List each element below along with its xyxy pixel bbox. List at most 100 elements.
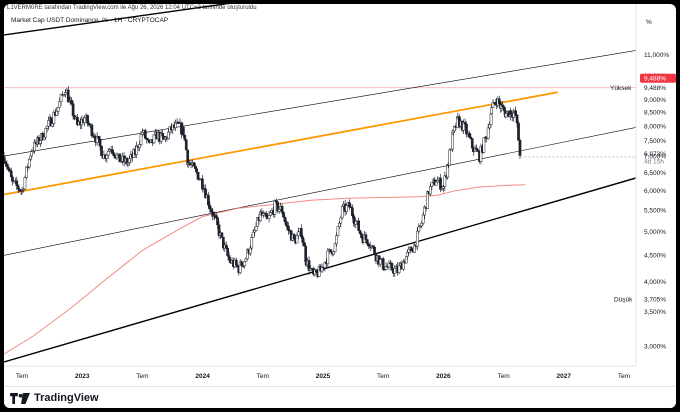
candle-body — [463, 122, 467, 125]
candle-body — [421, 214, 425, 224]
footer-bar: TradingView — [4, 386, 676, 408]
symbol-legend: Market Cap USDT Dominance, % · 1H · CRYP… — [11, 17, 169, 24]
candle-body — [244, 258, 248, 262]
candle-body — [282, 212, 285, 218]
candle-body — [304, 245, 308, 262]
candle-body — [407, 249, 411, 253]
price-chart[interactable]: % 3,000% 3,500% 4,000% 4,500% 5,000% 5,500% 6,0… — [4, 4, 676, 386]
candle-body — [348, 202, 351, 208]
candle-body — [90, 124, 94, 136]
candle-body — [393, 267, 397, 274]
candle-body — [504, 113, 508, 118]
brand-name: TradingView — [34, 392, 99, 404]
candle-body — [216, 217, 219, 226]
trend-line-orange — [4, 91, 558, 196]
price-tick-label: 4,500% — [644, 253, 666, 260]
candle-body — [111, 149, 114, 154]
candle-body — [15, 180, 19, 187]
candle-body — [501, 104, 504, 108]
last-price-countdown: 4d 15h — [644, 158, 664, 165]
candle-body — [482, 137, 486, 153]
price-tick-label: 8,000% — [644, 123, 666, 130]
candle-body — [283, 217, 287, 223]
time-tick-label: Tem — [377, 373, 389, 380]
price-tick-label: 4,000% — [644, 279, 666, 286]
price-tick-label: 11,000% — [644, 52, 669, 59]
candle-body — [182, 126, 185, 136]
candle-body — [448, 149, 452, 166]
candle-body — [381, 258, 385, 270]
candle-body — [45, 125, 49, 129]
candle-body — [273, 200, 277, 215]
price-tick-label: 5,500% — [644, 208, 666, 215]
candle-body — [439, 177, 442, 190]
candle-body — [301, 236, 305, 243]
candle-body — [434, 181, 438, 186]
candle-body — [364, 234, 368, 240]
candle-body — [97, 135, 100, 140]
candle-body — [58, 101, 61, 108]
candle-body — [16, 185, 20, 190]
price-axis-unit: % — [646, 19, 652, 26]
candle-body — [64, 92, 67, 95]
candle-body — [214, 214, 218, 218]
candle-body — [27, 158, 31, 168]
candle-body — [502, 106, 506, 111]
candle-body — [161, 132, 165, 137]
time-axis: Tem 2023 Tem 2024 Tem 2025 Tem 2026 Tem 2027 Tem — [4, 365, 636, 380]
plot-area — [4, 4, 636, 363]
time-tick-label: 2026 — [436, 373, 451, 380]
candle-body — [497, 98, 501, 104]
candle-body — [220, 232, 224, 238]
candle-body — [338, 222, 341, 227]
candle-body — [302, 242, 306, 247]
candle-body — [429, 186, 432, 195]
candle-body — [250, 237, 254, 249]
candle-body — [106, 150, 110, 156]
candle-body — [118, 153, 122, 163]
candle-body — [139, 134, 143, 145]
candle-body — [100, 145, 103, 157]
trend-line-mid-lower — [4, 127, 636, 256]
candle-body — [59, 94, 63, 102]
candle-body — [416, 230, 419, 247]
candle-body — [209, 208, 213, 213]
time-tick-label: Tem — [618, 373, 630, 380]
tradingview-brand[interactable]: TradingView — [10, 392, 99, 404]
candle-body — [417, 226, 421, 232]
candle-body — [5, 163, 9, 168]
time-tick-label: Tem — [16, 373, 28, 380]
candle-body — [6, 166, 10, 170]
candle-body — [490, 107, 493, 114]
candle-body — [333, 243, 337, 253]
candle-body — [340, 206, 344, 219]
price-tick-label: 5,000% — [644, 229, 666, 236]
high-label-value: 9,488% — [644, 85, 666, 92]
price-tick-label: 8,500% — [644, 110, 666, 117]
candle-body — [105, 154, 109, 159]
price-tick-label: 6,000% — [644, 188, 666, 195]
candle-body — [518, 140, 522, 156]
candle-body — [332, 251, 335, 255]
candle-body — [55, 110, 59, 116]
candle-body — [226, 248, 230, 256]
candle-body — [42, 136, 46, 140]
candle-body — [234, 259, 238, 266]
candle-body — [397, 265, 401, 273]
candle-body — [267, 215, 271, 219]
candle-body — [509, 110, 513, 115]
price-tick-label: 3,500% — [644, 309, 666, 316]
candle-body — [70, 100, 74, 104]
price-tick-label: 6,500% — [644, 170, 666, 177]
low-label-value: 3,705% — [644, 296, 666, 303]
candle-body — [4, 155, 6, 163]
candle-body — [253, 230, 256, 233]
candle-body — [314, 269, 318, 273]
candle-body — [152, 134, 156, 144]
candle-body — [299, 228, 303, 238]
price-tick-label: 3,000% — [644, 344, 666, 351]
candle-body — [208, 204, 212, 210]
candle-body — [420, 222, 424, 227]
candle-body — [390, 263, 394, 271]
candle-body — [486, 127, 490, 139]
